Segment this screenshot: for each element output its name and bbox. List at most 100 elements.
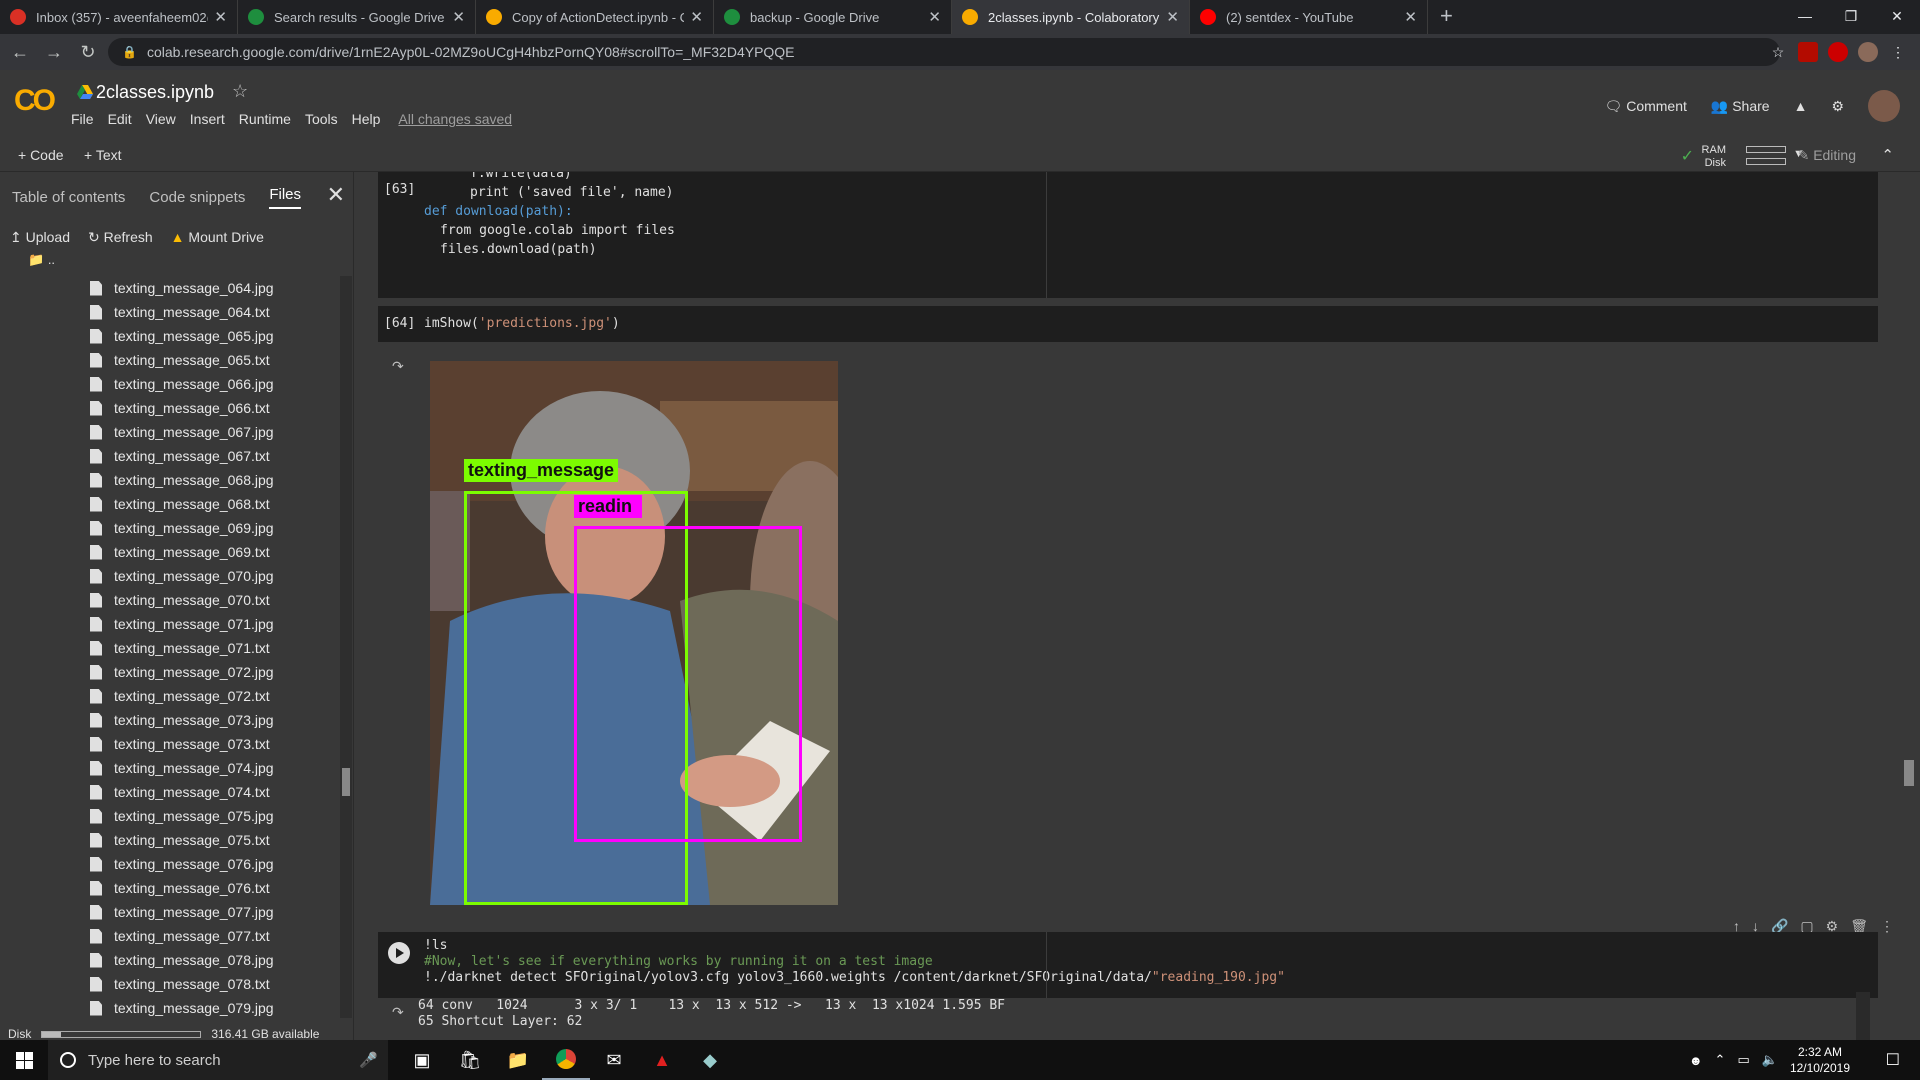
cell-code[interactable]: f.write(data) print ('saved file', name) d… — [424, 172, 675, 259]
save-status[interactable]: All changes saved — [398, 111, 512, 127]
file-item[interactable]: texting_message_066.txt — [0, 396, 338, 420]
file-item[interactable]: texting_message_076.txt — [0, 876, 338, 900]
notebook-title[interactable]: 2classes.ipynb — [96, 82, 214, 103]
volume-icon[interactable]: 🔈 — [1762, 1052, 1778, 1068]
network-icon[interactable]: ▭ — [1737, 1052, 1749, 1068]
close-window-button[interactable]: ✕ — [1874, 0, 1920, 34]
extension-icon[interactable] — [1828, 42, 1848, 62]
close-tab-icon[interactable]: ✕ — [928, 8, 941, 26]
chrome-icon[interactable] — [542, 1040, 590, 1080]
share-button[interactable]: 👥 Share — [1711, 98, 1770, 115]
new-tab-button[interactable]: + — [1440, 0, 1453, 34]
app-icon[interactable]: ◆ — [686, 1040, 734, 1080]
people-icon[interactable]: ☻ — [1689, 1053, 1703, 1068]
menu-edit[interactable]: Edit — [108, 111, 132, 127]
browser-menu-icon[interactable]: ⋮ — [1888, 42, 1908, 62]
profile-icon[interactable] — [1858, 42, 1878, 62]
comment-button[interactable]: 🗨 Comment — [1605, 98, 1687, 115]
add-code-button[interactable]: + Code — [18, 147, 64, 163]
reload-icon[interactable]: ↻ — [74, 42, 102, 63]
menu-help[interactable]: Help — [352, 111, 381, 127]
file-item[interactable]: texting_message_077.jpg — [0, 900, 338, 924]
menu-file[interactable]: File — [71, 111, 94, 127]
file-item[interactable]: texting_message_069.jpg — [0, 516, 338, 540]
microphone-icon[interactable]: 🎤 — [359, 1051, 378, 1069]
file-item[interactable]: texting_message_064.txt — [0, 300, 338, 324]
bookmark-star-icon[interactable]: ☆ — [1768, 42, 1788, 62]
acrobat-icon[interactable]: ▲ — [638, 1040, 686, 1080]
menu-view[interactable]: View — [146, 111, 176, 127]
clock[interactable]: 2:32 AM 12/10/2019 — [1790, 1044, 1850, 1076]
code-cell-64[interactable]: [64] imShow('predictions.jpg') — [378, 306, 1878, 342]
task-view-icon[interactable]: ▣ — [398, 1040, 446, 1080]
forward-icon[interactable]: → — [40, 42, 68, 63]
file-item[interactable]: texting_message_074.txt — [0, 780, 338, 804]
star-icon[interactable]: ☆ — [232, 81, 248, 102]
file-item[interactable]: texting_message_065.txt — [0, 348, 338, 372]
file-item[interactable]: texting_message_075.txt — [0, 828, 338, 852]
menu-insert[interactable]: Insert — [190, 111, 225, 127]
file-item[interactable]: texting_message_071.jpg — [0, 612, 338, 636]
code-cell-65[interactable]: !ls #Now, let's see if everything works b… — [378, 932, 1878, 998]
file-item[interactable]: texting_message_066.jpg — [0, 372, 338, 396]
browser-tab[interactable]: 2classes.ipynb - Colaboratory ✕ — [952, 0, 1190, 34]
tab-code-snippets[interactable]: Code snippets — [149, 189, 245, 206]
output-scrollbar[interactable] — [1856, 992, 1870, 1040]
colab-logo[interactable]: CO — [14, 84, 56, 118]
pdf-extension-icon[interactable] — [1798, 42, 1818, 62]
mail-icon[interactable]: ✉ — [590, 1040, 638, 1080]
file-item[interactable]: texting_message_070.txt — [0, 588, 338, 612]
refresh-button[interactable]: ↻ Refresh — [88, 229, 153, 246]
file-item[interactable]: texting_message_076.jpg — [0, 852, 338, 876]
file-item[interactable]: texting_message_067.jpg — [0, 420, 338, 444]
taskbar-search[interactable]: Type here to search 🎤 — [48, 1040, 388, 1080]
tab-files[interactable]: Files — [269, 186, 301, 209]
flask-icon[interactable]: ▲ — [1794, 98, 1808, 114]
minimize-button[interactable]: — — [1782, 0, 1828, 34]
file-item[interactable]: texting_message_078.jpg — [0, 948, 338, 972]
cell-code[interactable]: imShow('predictions.jpg') — [424, 314, 620, 333]
browser-tab[interactable]: Search results - Google Drive ✕ — [238, 0, 476, 34]
file-item[interactable]: texting_message_077.txt — [0, 924, 338, 948]
editing-mode-button[interactable]: ✎ Editing — [1798, 147, 1856, 164]
file-item[interactable]: texting_message_067.txt — [0, 444, 338, 468]
file-item[interactable]: texting_message_073.jpg — [0, 708, 338, 732]
file-item[interactable]: texting_message_070.jpg — [0, 564, 338, 588]
browser-tab[interactable]: Copy of ActionDetect.ipynb - Co ✕ — [476, 0, 714, 34]
scroll-thumb[interactable] — [342, 768, 350, 796]
file-item[interactable]: texting_message_079.jpg — [0, 996, 338, 1018]
file-item[interactable]: texting_message_072.jpg — [0, 660, 338, 684]
run-cell-button[interactable] — [388, 942, 410, 964]
close-tab-icon[interactable]: ✕ — [1404, 8, 1417, 26]
close-icon[interactable]: ✕ — [327, 182, 345, 208]
upload-button[interactable]: ↥ Upload — [10, 229, 70, 246]
file-item[interactable]: texting_message_065.jpg — [0, 324, 338, 348]
windows-start-icon[interactable] — [0, 1040, 48, 1080]
gear-icon[interactable]: ⚙ — [1831, 98, 1844, 115]
browser-tab[interactable]: Inbox (357) - aveenfaheem02@g ✕ — [0, 0, 238, 34]
file-item[interactable]: texting_message_064.jpg — [0, 276, 338, 300]
browser-tab[interactable]: backup - Google Drive ✕ — [714, 0, 952, 34]
close-tab-icon[interactable]: ✕ — [690, 8, 703, 26]
resource-labels[interactable]: RAM Disk — [1702, 144, 1726, 170]
close-tab-icon[interactable]: ✕ — [214, 8, 227, 26]
sidebar-scrollbar[interactable] — [340, 276, 352, 1018]
store-icon[interactable]: 🛍 — [446, 1040, 494, 1080]
output-icon[interactable]: ↷ — [392, 1004, 404, 1021]
file-item[interactable]: texting_message_072.txt — [0, 684, 338, 708]
file-item[interactable]: texting_message_068.txt — [0, 492, 338, 516]
tray-chevron-icon[interactable]: ⌃ — [1715, 1052, 1726, 1068]
back-icon[interactable]: ← — [6, 42, 34, 63]
file-item[interactable]: texting_message_078.txt — [0, 972, 338, 996]
mount-drive-button[interactable]: ▲ Mount Drive — [171, 229, 264, 245]
main-scroll-thumb[interactable] — [1904, 760, 1914, 786]
tab-table-of-contents[interactable]: Table of contents — [12, 189, 125, 206]
menu-tools[interactable]: Tools — [305, 111, 338, 127]
collapse-header-icon[interactable]: ⌃ — [1881, 146, 1894, 164]
parent-directory[interactable]: 📁 .. — [0, 252, 353, 278]
code-cell-63[interactable]: [63] f.write(data) print ('saved file', n… — [378, 172, 1878, 298]
file-item[interactable]: texting_message_073.txt — [0, 732, 338, 756]
output-icon[interactable]: ↷ — [392, 358, 404, 375]
file-item[interactable]: texting_message_074.jpg — [0, 756, 338, 780]
menu-runtime[interactable]: Runtime — [239, 111, 291, 127]
